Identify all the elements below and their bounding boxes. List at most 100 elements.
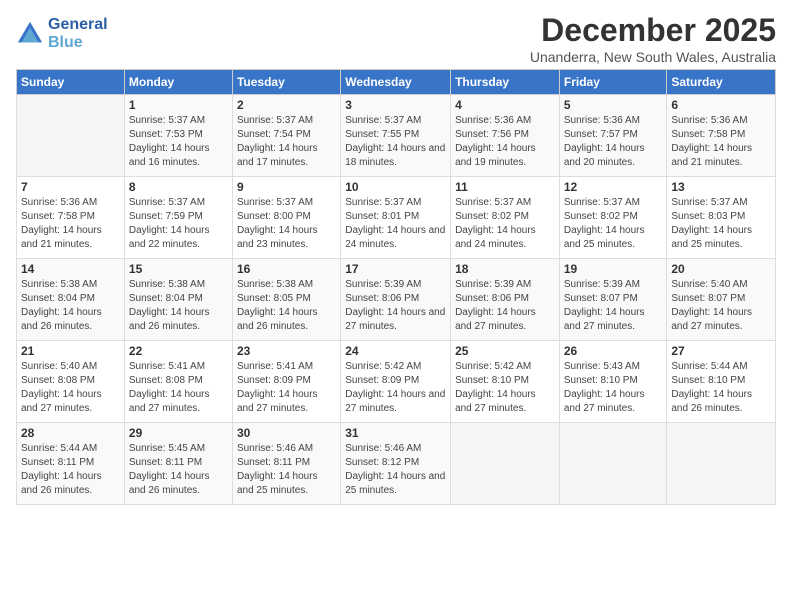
calendar-cell: 3 Sunrise: 5:37 AM Sunset: 7:55 PM Dayli…	[341, 95, 451, 177]
sunset-text: Sunset: 8:12 PM	[345, 456, 446, 470]
header-thursday: Thursday	[451, 70, 560, 95]
calendar-table: Sunday Monday Tuesday Wednesday Thursday…	[16, 69, 776, 505]
calendar-cell: 15 Sunrise: 5:38 AM Sunset: 8:04 PM Dayl…	[124, 259, 232, 341]
calendar-week-row: 28 Sunrise: 5:44 AM Sunset: 8:11 PM Dayl…	[17, 423, 776, 505]
calendar-cell: 16 Sunrise: 5:38 AM Sunset: 8:05 PM Dayl…	[232, 259, 340, 341]
sunset-text: Sunset: 7:58 PM	[21, 210, 120, 224]
daylight-text: Daylight: 14 hours and 20 minutes.	[564, 142, 663, 170]
sunrise-text: Sunrise: 5:42 AM	[345, 360, 446, 374]
daylight-text: Daylight: 14 hours and 21 minutes.	[21, 224, 120, 252]
daylight-text: Daylight: 14 hours and 19 minutes.	[455, 142, 555, 170]
daylight-text: Daylight: 14 hours and 27 minutes.	[671, 306, 771, 334]
daylight-text: Daylight: 14 hours and 27 minutes.	[564, 388, 663, 416]
calendar-week-row: 21 Sunrise: 5:40 AM Sunset: 8:08 PM Dayl…	[17, 341, 776, 423]
day-info: Sunrise: 5:46 AM Sunset: 8:11 PM Dayligh…	[237, 442, 336, 498]
day-number: 23	[237, 344, 336, 358]
sunrise-text: Sunrise: 5:38 AM	[129, 278, 228, 292]
sunset-text: Sunset: 7:59 PM	[129, 210, 228, 224]
day-number: 16	[237, 262, 336, 276]
day-info: Sunrise: 5:37 AM Sunset: 8:01 PM Dayligh…	[345, 196, 446, 252]
sunrise-text: Sunrise: 5:43 AM	[564, 360, 663, 374]
day-info: Sunrise: 5:36 AM Sunset: 7:58 PM Dayligh…	[21, 196, 120, 252]
sunset-text: Sunset: 7:56 PM	[455, 128, 555, 142]
daylight-text: Daylight: 14 hours and 26 minutes.	[671, 388, 771, 416]
day-info: Sunrise: 5:36 AM Sunset: 7:57 PM Dayligh…	[564, 114, 663, 170]
day-info: Sunrise: 5:42 AM Sunset: 8:10 PM Dayligh…	[455, 360, 555, 416]
daylight-text: Daylight: 14 hours and 24 minutes.	[455, 224, 555, 252]
calendar-cell: 10 Sunrise: 5:37 AM Sunset: 8:01 PM Dayl…	[341, 177, 451, 259]
sunset-text: Sunset: 8:04 PM	[21, 292, 120, 306]
day-info: Sunrise: 5:45 AM Sunset: 8:11 PM Dayligh…	[129, 442, 228, 498]
sunrise-text: Sunrise: 5:36 AM	[455, 114, 555, 128]
month-title: December 2025	[530, 12, 776, 49]
sunrise-text: Sunrise: 5:37 AM	[564, 196, 663, 210]
calendar-cell: 24 Sunrise: 5:42 AM Sunset: 8:09 PM Dayl…	[341, 341, 451, 423]
daylight-text: Daylight: 14 hours and 23 minutes.	[237, 224, 336, 252]
daylight-text: Daylight: 14 hours and 27 minutes.	[455, 388, 555, 416]
day-number: 7	[21, 180, 120, 194]
day-info: Sunrise: 5:38 AM Sunset: 8:05 PM Dayligh…	[237, 278, 336, 334]
day-info: Sunrise: 5:37 AM Sunset: 7:55 PM Dayligh…	[345, 114, 446, 170]
calendar-cell: 11 Sunrise: 5:37 AM Sunset: 8:02 PM Dayl…	[451, 177, 560, 259]
daylight-text: Daylight: 14 hours and 26 minutes.	[21, 306, 120, 334]
daylight-text: Daylight: 14 hours and 26 minutes.	[129, 470, 228, 498]
sunset-text: Sunset: 8:03 PM	[671, 210, 771, 224]
logo-text: General Blue	[48, 16, 108, 51]
day-number: 19	[564, 262, 663, 276]
daylight-text: Daylight: 14 hours and 18 minutes.	[345, 142, 446, 170]
calendar-cell: 29 Sunrise: 5:45 AM Sunset: 8:11 PM Dayl…	[124, 423, 232, 505]
day-info: Sunrise: 5:42 AM Sunset: 8:09 PM Dayligh…	[345, 360, 446, 416]
day-number: 9	[237, 180, 336, 194]
daylight-text: Daylight: 14 hours and 16 minutes.	[129, 142, 228, 170]
sunrise-text: Sunrise: 5:36 AM	[21, 196, 120, 210]
sunrise-text: Sunrise: 5:44 AM	[671, 360, 771, 374]
calendar-cell: 1 Sunrise: 5:37 AM Sunset: 7:53 PM Dayli…	[124, 95, 232, 177]
calendar-cell: 26 Sunrise: 5:43 AM Sunset: 8:10 PM Dayl…	[559, 341, 667, 423]
sunset-text: Sunset: 8:09 PM	[345, 374, 446, 388]
day-number: 22	[129, 344, 228, 358]
title-area: December 2025 Unanderra, New South Wales…	[530, 12, 776, 65]
day-info: Sunrise: 5:40 AM Sunset: 8:08 PM Dayligh…	[21, 360, 120, 416]
daylight-text: Daylight: 14 hours and 22 minutes.	[129, 224, 228, 252]
daylight-text: Daylight: 14 hours and 25 minutes.	[345, 470, 446, 498]
calendar-cell	[451, 423, 560, 505]
day-info: Sunrise: 5:37 AM Sunset: 7:59 PM Dayligh…	[129, 196, 228, 252]
sunrise-text: Sunrise: 5:37 AM	[345, 196, 446, 210]
day-info: Sunrise: 5:36 AM Sunset: 7:58 PM Dayligh…	[671, 114, 771, 170]
calendar-cell: 17 Sunrise: 5:39 AM Sunset: 8:06 PM Dayl…	[341, 259, 451, 341]
day-number: 10	[345, 180, 446, 194]
sunset-text: Sunset: 8:11 PM	[237, 456, 336, 470]
calendar-week-row: 1 Sunrise: 5:37 AM Sunset: 7:53 PM Dayli…	[17, 95, 776, 177]
calendar-cell: 27 Sunrise: 5:44 AM Sunset: 8:10 PM Dayl…	[667, 341, 776, 423]
sunrise-text: Sunrise: 5:39 AM	[455, 278, 555, 292]
header-row: General Blue December 2025 Unanderra, Ne…	[16, 12, 776, 65]
day-info: Sunrise: 5:39 AM Sunset: 8:07 PM Dayligh…	[564, 278, 663, 334]
sunrise-text: Sunrise: 5:46 AM	[345, 442, 446, 456]
sunset-text: Sunset: 8:02 PM	[455, 210, 555, 224]
sunrise-text: Sunrise: 5:41 AM	[129, 360, 228, 374]
day-info: Sunrise: 5:39 AM Sunset: 8:06 PM Dayligh…	[455, 278, 555, 334]
sunrise-text: Sunrise: 5:39 AM	[345, 278, 446, 292]
calendar-cell: 20 Sunrise: 5:40 AM Sunset: 8:07 PM Dayl…	[667, 259, 776, 341]
calendar-cell: 2 Sunrise: 5:37 AM Sunset: 7:54 PM Dayli…	[232, 95, 340, 177]
daylight-text: Daylight: 14 hours and 26 minutes.	[21, 470, 120, 498]
header-sunday: Sunday	[17, 70, 125, 95]
sunrise-text: Sunrise: 5:37 AM	[455, 196, 555, 210]
sunset-text: Sunset: 8:11 PM	[129, 456, 228, 470]
day-number: 1	[129, 98, 228, 112]
day-info: Sunrise: 5:46 AM Sunset: 8:12 PM Dayligh…	[345, 442, 446, 498]
day-info: Sunrise: 5:44 AM Sunset: 8:11 PM Dayligh…	[21, 442, 120, 498]
daylight-text: Daylight: 14 hours and 24 minutes.	[345, 224, 446, 252]
sunrise-text: Sunrise: 5:42 AM	[455, 360, 555, 374]
weekday-header-row: Sunday Monday Tuesday Wednesday Thursday…	[17, 70, 776, 95]
calendar-cell: 22 Sunrise: 5:41 AM Sunset: 8:08 PM Dayl…	[124, 341, 232, 423]
calendar-week-row: 7 Sunrise: 5:36 AM Sunset: 7:58 PM Dayli…	[17, 177, 776, 259]
sunrise-text: Sunrise: 5:38 AM	[21, 278, 120, 292]
daylight-text: Daylight: 14 hours and 17 minutes.	[237, 142, 336, 170]
sunset-text: Sunset: 7:54 PM	[237, 128, 336, 142]
calendar-cell: 21 Sunrise: 5:40 AM Sunset: 8:08 PM Dayl…	[17, 341, 125, 423]
day-number: 4	[455, 98, 555, 112]
day-info: Sunrise: 5:38 AM Sunset: 8:04 PM Dayligh…	[129, 278, 228, 334]
sunrise-text: Sunrise: 5:37 AM	[129, 114, 228, 128]
day-number: 29	[129, 426, 228, 440]
